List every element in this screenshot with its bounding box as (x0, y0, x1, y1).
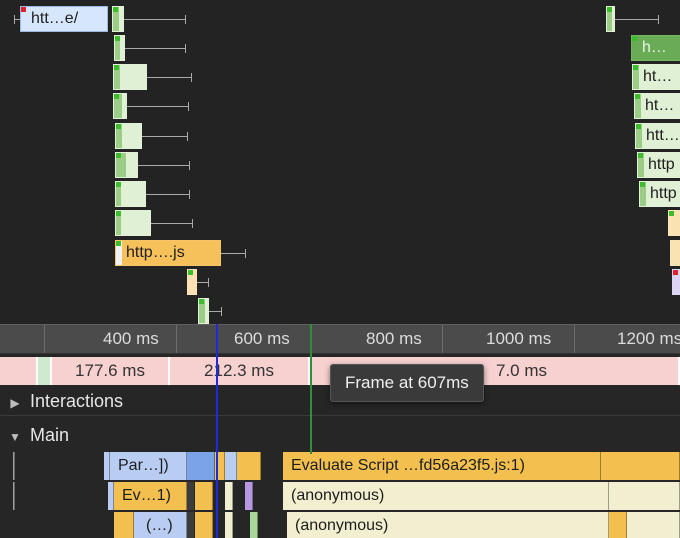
priority-marker (21, 7, 26, 12)
flame-block[interactable] (195, 512, 213, 538)
tick-line (442, 325, 443, 353)
request-whisker (209, 307, 222, 316)
request-whisker (125, 44, 186, 53)
network-waterfall[interactable]: htt…e/ http….js h… ht… ht… htt… http htt… (0, 0, 680, 324)
request-whisker (146, 190, 190, 199)
flame-label: Ev…1) (122, 487, 171, 504)
network-request[interactable] (115, 123, 142, 149)
flame-block[interactable] (13, 482, 15, 510)
network-request[interactable] (115, 181, 146, 207)
network-request[interactable] (113, 64, 147, 90)
track-title: Interactions (30, 391, 124, 411)
frame-duration: 212.3 ms (204, 361, 274, 380)
flame-block[interactable] (187, 452, 215, 480)
network-request-document[interactable]: htt…e/ (20, 6, 108, 32)
flame-block[interactable] (187, 512, 195, 538)
tick-label-1200: 1200 ms (617, 329, 680, 348)
network-request[interactable] (672, 269, 680, 295)
frame-marker (310, 324, 312, 454)
flame-block-anonymous[interactable]: (anonymous) (287, 512, 609, 538)
flame-block[interactable] (245, 482, 253, 510)
network-request[interactable] (113, 93, 127, 119)
flame-block[interactable] (195, 482, 213, 510)
current-time-marker (216, 324, 218, 538)
network-request[interactable]: ht… (634, 93, 680, 119)
request-whisker (138, 161, 190, 170)
flame-block-parse[interactable]: Par…]) (110, 452, 187, 480)
flame-block[interactable] (601, 452, 680, 480)
request-label: h… (642, 39, 667, 56)
flame-label: (anonymous) (295, 517, 389, 534)
request-label: htt…e/ (31, 10, 79, 27)
tick-label-800: 800 ms (366, 329, 422, 348)
frame-duration: 7.0 ms (496, 361, 548, 380)
flame-block[interactable] (237, 452, 261, 480)
network-request[interactable] (112, 6, 124, 32)
network-request[interactable] (115, 210, 151, 236)
flame-block-call[interactable]: (…) (134, 512, 187, 538)
main-track-header[interactable]: ▼ Main (0, 420, 680, 450)
tick-label-1000: 1000 ms (486, 329, 552, 348)
flame-block-anonymous[interactable]: (anonymous) (283, 482, 609, 510)
idle-frame[interactable] (38, 357, 52, 385)
flame-block[interactable] (250, 512, 258, 538)
network-request[interactable] (114, 35, 125, 61)
network-request[interactable]: ht… (632, 64, 680, 90)
flame-block[interactable] (114, 512, 134, 538)
tick-label-400: 400 ms (103, 329, 159, 348)
flame-block[interactable] (225, 512, 233, 538)
network-request[interactable]: http (637, 152, 680, 178)
frame-tooltip: Frame at 607ms (330, 364, 484, 402)
flame-block[interactable] (609, 512, 627, 538)
flame-label: Par…]) (118, 457, 169, 474)
request-whisker (197, 278, 209, 287)
main-flame-chart[interactable]: Par…]) Evaluate Script …fd56a23f5.js:1) … (0, 452, 680, 538)
flame-block-evaluate[interactable]: Ev…1) (114, 482, 187, 510)
frame[interactable]: 177.6 ms (52, 357, 170, 385)
network-request[interactable] (198, 298, 209, 324)
request-whisker (124, 15, 186, 24)
flame-block[interactable] (225, 452, 237, 480)
network-request-script[interactable]: http….js (115, 240, 221, 266)
network-request[interactable] (670, 240, 680, 266)
request-whisker (142, 132, 188, 141)
collapse-arrow-icon[interactable]: ▼ (0, 422, 30, 452)
request-whisker (221, 249, 246, 258)
network-request[interactable]: http (639, 181, 680, 207)
performance-panel: htt…e/ http….js h… ht… ht… htt… http htt… (0, 0, 680, 538)
flame-block[interactable] (225, 482, 233, 510)
network-request[interactable] (115, 152, 138, 178)
time-ruler[interactable]: 400 ms 600 ms 800 ms 1000 ms 1200 ms (0, 324, 680, 354)
frame[interactable] (0, 357, 38, 385)
network-request[interactable] (606, 6, 615, 32)
flame-block[interactable] (187, 482, 195, 510)
frame-duration: 177.6 ms (75, 361, 145, 380)
request-label: http….js (126, 244, 185, 261)
request-whisker (127, 102, 189, 111)
tick-label-600: 600 ms (234, 329, 290, 348)
tick-line (176, 325, 177, 353)
track-title: Main (30, 425, 70, 445)
flame-block[interactable] (609, 482, 680, 510)
network-request[interactable] (668, 210, 680, 236)
request-whisker (151, 219, 193, 228)
request-whisker (147, 73, 192, 82)
flame-block-evaluate-script[interactable]: Evaluate Script …fd56a23f5.js:1) (283, 452, 601, 480)
request-label: htt… (646, 127, 680, 144)
network-request[interactable] (187, 269, 197, 295)
network-request[interactable]: htt… (635, 123, 680, 149)
tick-line (574, 325, 575, 353)
tooltip-text: Frame at 607ms (345, 373, 469, 392)
flame-block[interactable] (13, 452, 15, 480)
flame-label: (…) (146, 517, 173, 534)
tick-line (44, 325, 45, 353)
flame-label: (anonymous) (291, 487, 385, 504)
flame-label: Evaluate Script …fd56a23f5.js:1) (291, 457, 525, 474)
network-request[interactable]: h… (631, 35, 680, 61)
request-whisker (615, 15, 659, 24)
frame[interactable]: 212.3 ms (170, 357, 310, 385)
flame-block[interactable] (627, 512, 680, 538)
expand-arrow-icon[interactable]: ▶ (0, 388, 30, 418)
